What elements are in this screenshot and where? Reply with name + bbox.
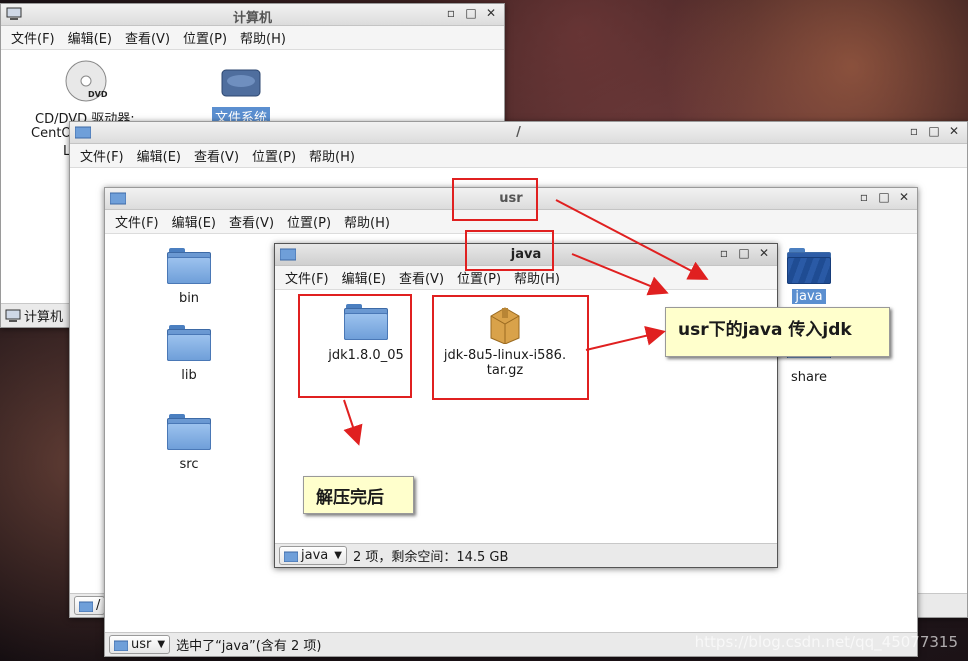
- chevron-down-icon: ▼: [334, 550, 342, 561]
- folder-label: java: [792, 289, 826, 304]
- minimize-button[interactable]: ▫: [907, 124, 921, 138]
- close-button[interactable]: ✕: [947, 124, 961, 138]
- folder-small-icon: [284, 551, 298, 562]
- folder-icon: [167, 414, 211, 450]
- menu-edit[interactable]: 编辑(E): [133, 146, 185, 165]
- menu-places[interactable]: 位置(P): [283, 212, 335, 231]
- usr-titlebar[interactable]: usr ▫ □ ✕: [105, 188, 917, 210]
- window-title: usr: [499, 191, 523, 206]
- close-button[interactable]: ✕: [757, 246, 771, 260]
- file-label: jdk-8u5-linux-i586.: [443, 348, 567, 363]
- maximize-button[interactable]: □: [927, 124, 941, 138]
- folder-selected-icon: [787, 248, 831, 284]
- menu-view[interactable]: 查看(V): [121, 28, 174, 47]
- menu-view[interactable]: 查看(V): [190, 146, 243, 165]
- dvd-label-line2: CentO: [31, 126, 72, 141]
- path-label: /: [96, 598, 101, 613]
- folder-icon: [167, 248, 211, 284]
- folder-item-bin[interactable]: bin: [144, 248, 234, 306]
- folder-icon: [167, 325, 211, 361]
- watermark: https://blog.csdn.net/qq_45077315: [694, 633, 958, 651]
- file-item-dvd[interactable]: DVD: [41, 59, 131, 103]
- window-controls: ▫ □ ✕: [717, 246, 771, 260]
- computer-small-icon: [5, 309, 21, 322]
- menu-view[interactable]: 查看(V): [225, 212, 278, 231]
- path-label: java: [301, 548, 329, 563]
- minimize-button[interactable]: ▫: [857, 190, 871, 204]
- svg-text:DVD: DVD: [88, 90, 108, 99]
- dvd-drive-icon: DVD: [65, 60, 108, 102]
- window-title: java: [510, 247, 542, 262]
- file-item-filesystem[interactable]: 文件系统: [196, 66, 286, 126]
- menu-edit[interactable]: 编辑(E): [338, 268, 390, 287]
- chevron-down-icon: ▼: [157, 639, 166, 650]
- path-button[interactable]: usr ▼: [109, 635, 171, 654]
- computer-statusbar: 计算机: [1, 303, 69, 327]
- folder-small-icon: [114, 640, 128, 651]
- menu-view[interactable]: 查看(V): [395, 268, 448, 287]
- folder-label: bin: [178, 291, 200, 306]
- maximize-button[interactable]: □: [737, 246, 751, 260]
- menu-places[interactable]: 位置(P): [179, 28, 231, 47]
- menubar: 文件(F) 编辑(E) 查看(V) 位置(P) 帮助(H): [1, 26, 504, 50]
- folder-icon: [344, 304, 388, 340]
- window-controls: ▫ □ ✕: [444, 6, 498, 20]
- callout-after-extract: 解压完后: [303, 476, 414, 514]
- window-controls: ▫ □ ✕: [857, 190, 911, 204]
- file-label-line2: tar.gz: [486, 363, 524, 378]
- path-label: usr: [131, 637, 152, 652]
- menu-file[interactable]: 文件(F): [7, 28, 59, 47]
- menu-help[interactable]: 帮助(H): [305, 146, 359, 165]
- menu-places[interactable]: 位置(P): [453, 268, 505, 287]
- folder-label: lib: [181, 368, 197, 383]
- menu-help[interactable]: 帮助(H): [340, 212, 394, 231]
- maximize-button[interactable]: □: [877, 190, 891, 204]
- maximize-button[interactable]: □: [464, 6, 478, 20]
- status-text: 选中了“java”(含有 2 项): [176, 639, 322, 654]
- menu-file[interactable]: 文件(F): [111, 212, 163, 231]
- window-title: /: [516, 125, 521, 140]
- menubar: 文件(F) 编辑(E) 查看(V) 位置(P) 帮助(H): [105, 210, 917, 234]
- java-titlebar[interactable]: java ▫ □ ✕: [275, 244, 777, 266]
- close-button[interactable]: ✕: [484, 6, 498, 20]
- menubar: 文件(F) 编辑(E) 查看(V) 位置(P) 帮助(H): [275, 266, 777, 290]
- hard-drive-icon: [221, 69, 261, 97]
- folder-label: jdk1.8.0_05: [328, 348, 404, 363]
- archive-icon: [490, 307, 520, 344]
- close-button[interactable]: ✕: [897, 190, 911, 204]
- callout-transfer-jdk: usr下的java 传入jdk: [665, 307, 890, 357]
- menu-file[interactable]: 文件(F): [281, 268, 333, 287]
- folder-small-icon: [79, 601, 93, 612]
- path-button[interactable]: /: [74, 596, 106, 615]
- minimize-button[interactable]: ▫: [717, 246, 731, 260]
- menu-help[interactable]: 帮助(H): [236, 28, 290, 47]
- root-titlebar[interactable]: / ▫ □ ✕: [70, 122, 967, 144]
- menu-file[interactable]: 文件(F): [76, 146, 128, 165]
- status-text: 2 项，剩余空间：14.5 GB: [352, 550, 509, 565]
- path-button[interactable]: java ▼: [279, 546, 347, 565]
- folder-item-src[interactable]: src: [144, 414, 234, 472]
- folder-item-jdk[interactable]: jdk1.8.0_05: [321, 304, 411, 363]
- menu-edit[interactable]: 编辑(E): [64, 28, 116, 47]
- taskbar-label[interactable]: 计算机: [24, 306, 63, 325]
- menubar: 文件(F) 编辑(E) 查看(V) 位置(P) 帮助(H): [70, 144, 967, 168]
- folder-item-lib[interactable]: lib: [144, 325, 234, 383]
- folder-label: src: [179, 457, 199, 472]
- file-item-tarball[interactable]: jdk-8u5-linux-i586. tar.gz: [433, 304, 577, 378]
- computer-titlebar[interactable]: 计算机 ▫ □ ✕: [1, 4, 504, 26]
- minimize-button[interactable]: ▫: [444, 6, 458, 20]
- menu-help[interactable]: 帮助(H): [510, 268, 564, 287]
- java-statusbar: java ▼ 2 项，剩余空间：14.5 GB: [275, 543, 777, 567]
- menu-places[interactable]: 位置(P): [248, 146, 300, 165]
- java-window: java ▫ □ ✕ 文件(F) 编辑(E) 查看(V) 位置(P) 帮助(H)…: [274, 243, 778, 568]
- window-controls: ▫ □ ✕: [907, 124, 961, 138]
- menu-edit[interactable]: 编辑(E): [168, 212, 220, 231]
- window-title: 计算机: [232, 11, 272, 26]
